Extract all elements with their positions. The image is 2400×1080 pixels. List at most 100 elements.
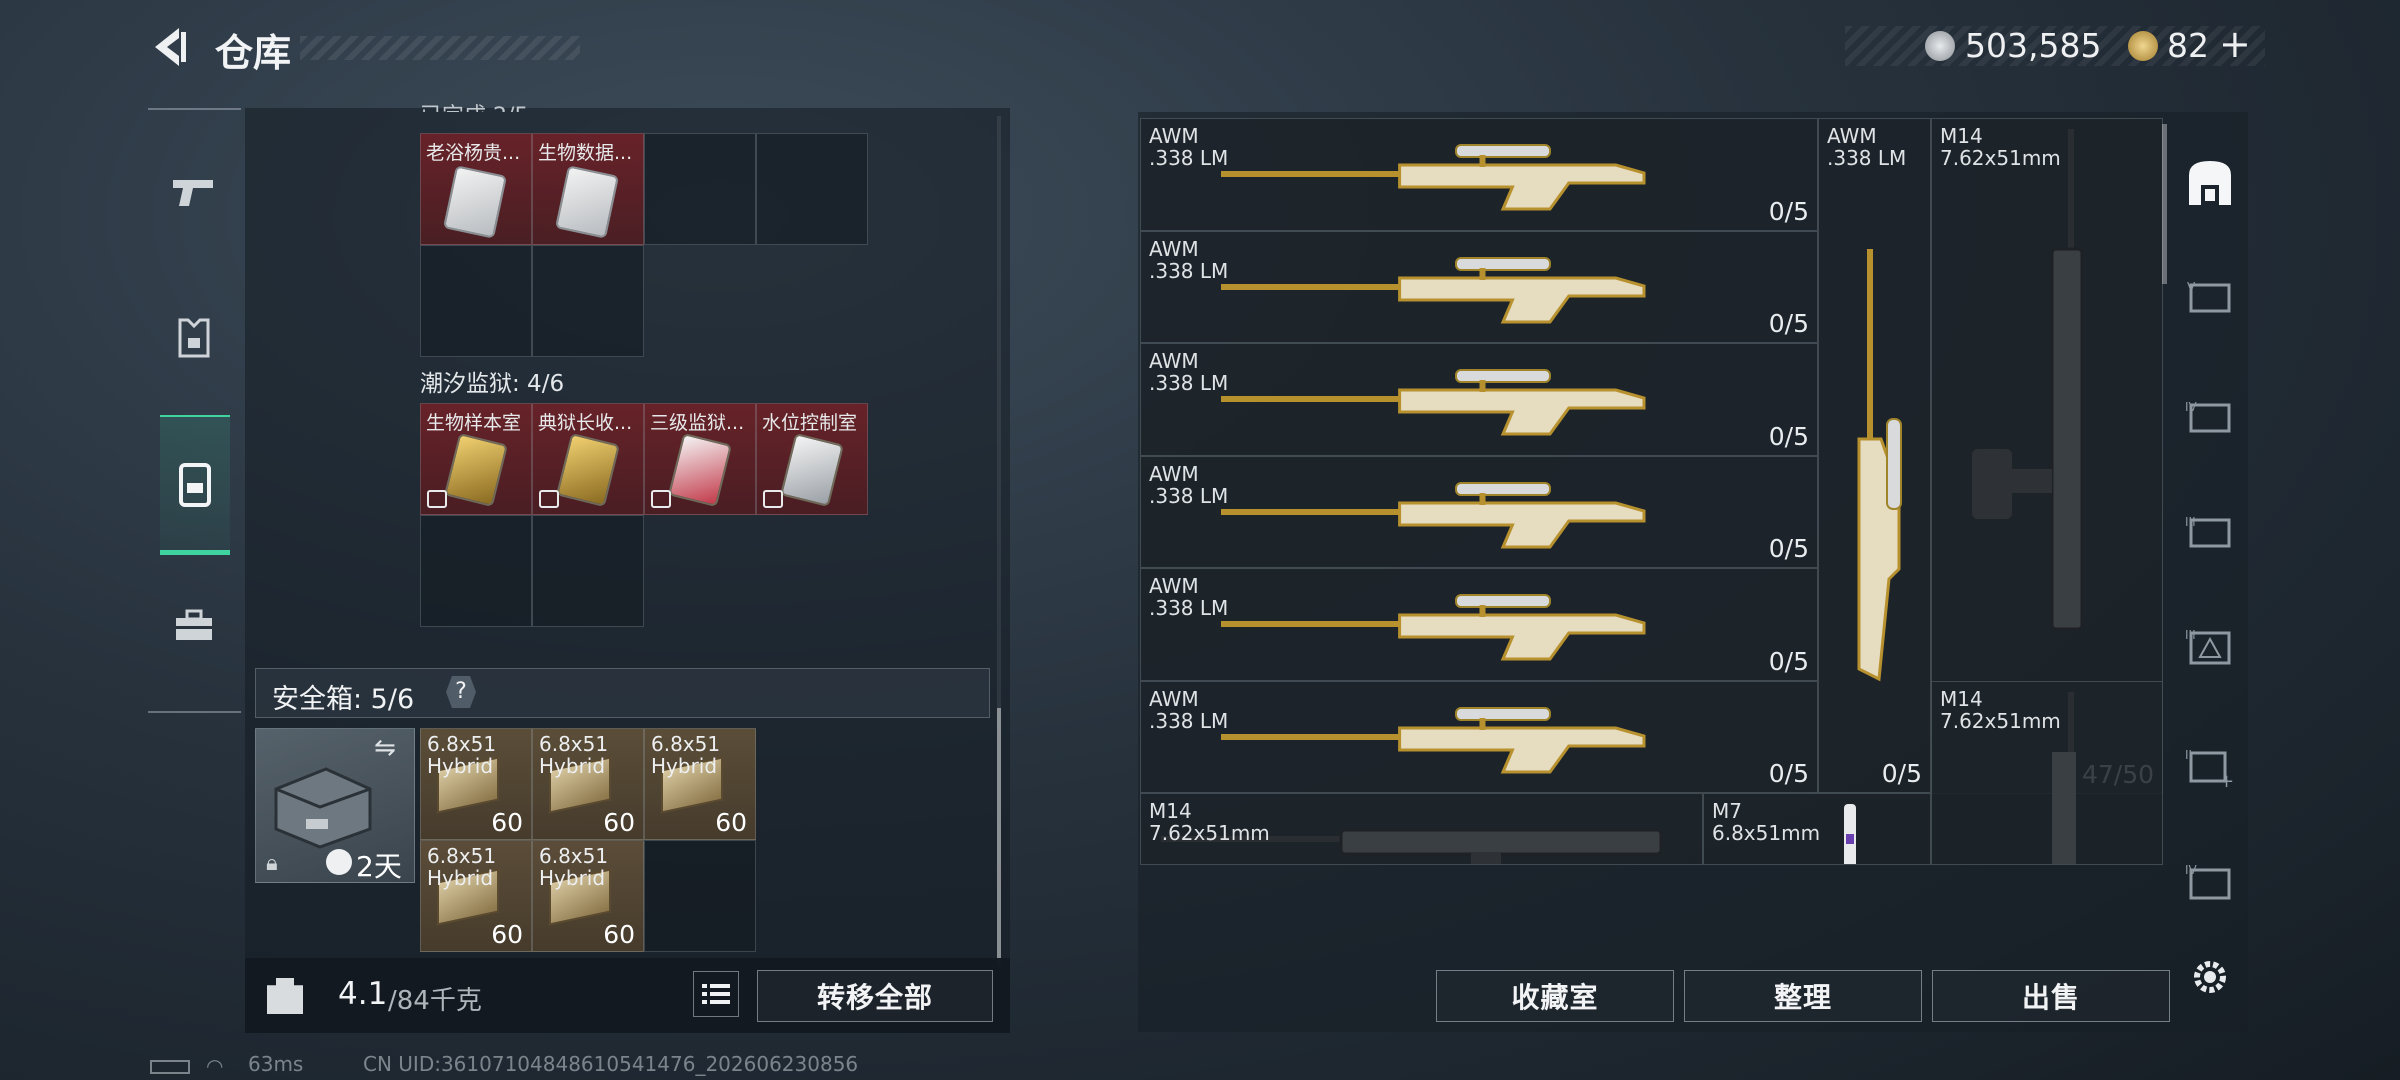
svg-text:II: II xyxy=(2185,748,2192,762)
title-underline-deco xyxy=(300,36,580,60)
category-backpack-active[interactable] xyxy=(160,415,230,555)
keycard-icon xyxy=(668,432,732,508)
filter-tier-3b[interactable]: III xyxy=(2180,617,2240,677)
back-arrow-icon xyxy=(155,28,186,66)
key-name: 老浴杨贵... xyxy=(426,142,521,164)
empty-slot[interactable] xyxy=(420,515,532,627)
filter-tier-4[interactable]: IV xyxy=(2180,387,2240,447)
ammo-name: 6.8x51 Hybrid xyxy=(539,844,609,890)
filter-tier-4b[interactable]: IV xyxy=(2180,852,2240,912)
ammo-slot[interactable]: 6.8x51 Hybrid 60 xyxy=(420,840,532,952)
safe-case-icon xyxy=(274,767,372,849)
weapon-slot-awm[interactable]: AWM .338 LM 0/5 xyxy=(1140,680,1818,793)
empty-slot[interactable] xyxy=(644,840,756,952)
weapon-slot-awm[interactable]: AWM .338 LM 0/5 xyxy=(1140,118,1818,231)
empty-slot[interactable] xyxy=(532,245,644,357)
category-weapons[interactable] xyxy=(164,162,224,222)
safe-box-help-button[interactable]: ? xyxy=(446,676,476,708)
weapon-ammo-count: 0/5 xyxy=(1768,421,1809,451)
weapon-slot-m14-vertical-2[interactable]: M14 7.62x51mm xyxy=(1931,680,2163,865)
collection-room-button[interactable]: 收藏室 xyxy=(1436,970,1674,1022)
weapon-slot-awm-vertical[interactable]: AWM .338 LM 0/5 xyxy=(1818,118,1931,793)
category-armor[interactable] xyxy=(164,308,224,368)
scrollbar-thumb[interactable] xyxy=(997,708,1001,958)
key-slot[interactable]: 老浴杨贵... xyxy=(420,133,532,245)
m7-rifle-icon xyxy=(1844,804,1856,864)
lock-icon: 🔒︎ xyxy=(266,851,278,876)
list-view-button[interactable] xyxy=(693,971,739,1017)
key-slot[interactable]: 典狱长收... xyxy=(532,403,644,515)
backpack-icon xyxy=(179,462,211,507)
weapon-slot-awm[interactable]: AWM .338 LM 0/5 xyxy=(1140,455,1818,568)
weapon-ammo-count: 0/5 xyxy=(1881,759,1922,788)
empty-slot[interactable] xyxy=(756,133,868,245)
ammo-slot[interactable]: 6.8x51 Hybrid 60 xyxy=(644,728,756,840)
back-button[interactable] xyxy=(145,22,195,72)
ammo-name: 6.8x51 Hybrid xyxy=(427,844,497,890)
section-a-title: 已完成 2/5 xyxy=(420,98,528,112)
ammo-slot[interactable]: 6.8x51 Hybrid 60 xyxy=(420,728,532,840)
svg-text:III: III xyxy=(2185,515,2196,529)
key-slot[interactable]: 三级监狱... xyxy=(644,403,756,515)
svg-text:IV: IV xyxy=(2185,400,2198,414)
empty-slot[interactable] xyxy=(644,133,756,245)
ammo-slot[interactable]: 6.8x51 Hybrid 60 xyxy=(532,840,644,952)
key-name: 生物数据... xyxy=(538,142,633,164)
weapon-slot-m7[interactable]: M7 6.8x51mm xyxy=(1703,793,1931,865)
weapon-name: AWM .338 LM xyxy=(1149,236,1229,283)
awm-rifle-icon xyxy=(1221,706,1646,773)
weight-bar: 4.1 /84千克 转移全部 xyxy=(245,958,1010,1033)
battery-icon xyxy=(150,1060,190,1074)
weapon-slot-awm[interactable]: AWM .338 LM 0/5 xyxy=(1140,230,1818,343)
awm-rifle-icon xyxy=(1221,481,1646,548)
weapon-slot-awm[interactable]: AWM .338 LM 0/5 xyxy=(1140,568,1818,681)
ticket-amount: 82 xyxy=(2167,26,2209,65)
key-slot[interactable]: 生物数据... xyxy=(532,133,644,245)
no-insure-icon xyxy=(651,490,671,508)
empty-slot[interactable] xyxy=(420,245,532,357)
empty-slot[interactable] xyxy=(532,515,644,627)
ammo-count: 60 xyxy=(603,808,635,837)
toolbox-icon xyxy=(176,609,212,640)
weapon-name: AWM .338 LM xyxy=(1827,124,1907,170)
weapon-slot-m14[interactable]: M14 7.62x51mm xyxy=(1140,793,1703,865)
tier-iv-icon: IV xyxy=(2185,400,2231,433)
filter-tier-3[interactable]: III xyxy=(2180,502,2240,562)
safe-box-header: 安全箱: 5/6 ? xyxy=(255,668,990,718)
ammo-name: 6.8x51 Hybrid xyxy=(651,732,721,778)
filter-tier-5[interactable]: V xyxy=(2180,267,2240,327)
weapon-scroll-thumb[interactable] xyxy=(2162,124,2167,284)
key-name: 生物样本室 xyxy=(426,412,522,434)
filter-tier-2[interactable]: II + xyxy=(2180,737,2240,797)
settings-button[interactable] xyxy=(2180,947,2240,1007)
organize-button[interactable]: 整理 xyxy=(1684,970,1922,1022)
timer-icon xyxy=(326,849,352,875)
key-name: 典狱长收... xyxy=(538,412,633,434)
tier-iii-warning-icon: III xyxy=(2185,628,2231,665)
safe-box-container[interactable]: ⇋ 🔒︎ 2天 xyxy=(255,728,415,883)
keycard-icon xyxy=(444,432,508,508)
transfer-all-button[interactable]: 转移全部 xyxy=(757,970,993,1022)
coin-icon xyxy=(1925,31,1955,61)
add-currency-button[interactable]: + xyxy=(2219,22,2251,66)
weight-max: /84千克 xyxy=(388,986,482,1016)
currency-box[interactable]: 503,585 82 + xyxy=(1845,22,2265,66)
weapon-slot-awm[interactable]: AWM .338 LM 0/5 xyxy=(1140,343,1818,456)
key-slot[interactable]: 水位控制室 xyxy=(756,403,868,515)
ammo-count: 60 xyxy=(491,920,523,949)
all-items-icon xyxy=(2189,161,2231,205)
keycard-icon xyxy=(556,432,620,508)
ammo-slot[interactable]: 6.8x51 Hybrid 60 xyxy=(532,728,644,840)
weapon-ammo-count: 0/5 xyxy=(1768,309,1809,338)
sell-button[interactable]: 出售 xyxy=(1932,970,2170,1022)
page-title: 仓库 xyxy=(215,31,292,75)
weapon-ammo-count: 0/5 xyxy=(1768,534,1809,563)
filter-all[interactable] xyxy=(2180,152,2240,212)
swap-icon[interactable]: ⇋ xyxy=(374,733,396,763)
list-icon xyxy=(702,984,730,1004)
key-slot[interactable]: 生物样本室 xyxy=(420,403,532,515)
safe-box-timer: 2天 xyxy=(356,850,402,883)
tier-v-icon: V xyxy=(2187,280,2231,313)
category-toolbox[interactable] xyxy=(164,596,224,656)
ammo-count: 60 xyxy=(603,920,635,949)
